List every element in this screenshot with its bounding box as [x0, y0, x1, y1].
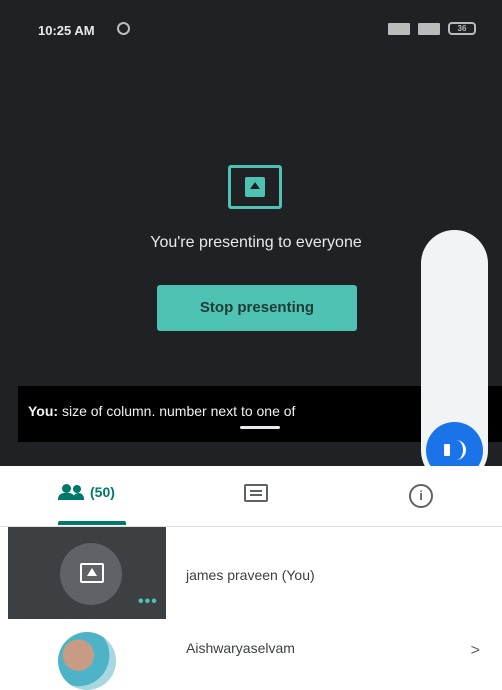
people-count: (50): [90, 484, 115, 500]
status-bar: 10:25 AM 36: [0, 0, 502, 62]
avatar: [58, 632, 116, 690]
chevron-right-icon[interactable]: >: [471, 642, 480, 660]
signal-icon: [388, 22, 410, 35]
more-icon[interactable]: •••: [138, 593, 158, 611]
info-icon[interactable]: i: [409, 484, 433, 508]
participant-row[interactable]: ••• james praveen (You): [0, 527, 502, 619]
alarm-icon: [117, 22, 130, 35]
participant-tile: •••: [8, 527, 166, 619]
participant-row[interactable]: Aishwaryaselvam >: [0, 624, 502, 690]
present-screen-icon: [228, 165, 282, 209]
caption-drag-handle[interactable]: [240, 426, 280, 429]
wifi-icon: [418, 22, 440, 35]
active-tab-indicator: [58, 521, 126, 525]
stop-presenting-button[interactable]: Stop presenting: [157, 285, 357, 331]
caption-speaker: You:: [28, 403, 59, 419]
present-screen-icon: [80, 563, 104, 583]
caption-text: You: size of column. number next to one …: [28, 403, 295, 419]
people-icon: [58, 484, 84, 500]
status-time: 10:25 AM: [38, 23, 95, 38]
caption-content: size of column. number next to one of: [58, 403, 296, 419]
chat-icon[interactable]: [244, 484, 268, 502]
participant-name: Aishwaryaselvam: [186, 640, 295, 656]
audio-level-panel: [421, 230, 488, 484]
battery-icon: 36: [448, 22, 476, 35]
status-icons: 36: [388, 22, 476, 35]
participant-name: james praveen (You): [186, 567, 315, 583]
presenting-avatar: [60, 543, 122, 605]
tab-people[interactable]: (50): [58, 484, 115, 500]
